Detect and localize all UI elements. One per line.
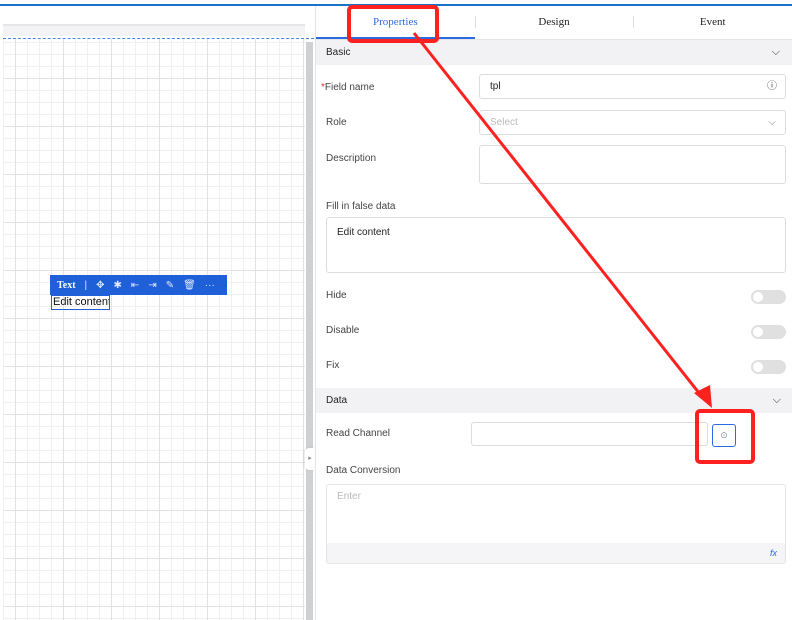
description-label: Description — [326, 153, 377, 164]
more-icon[interactable]: ··· — [205, 280, 215, 291]
align-left-icon[interactable]: ⇤ — [131, 280, 139, 291]
bug-icon[interactable]: ✱ — [114, 280, 122, 291]
role-label: Role — [326, 117, 347, 128]
divider: | — [84, 279, 88, 291]
chevron-down-icon: ⌵ — [768, 117, 776, 128]
properties-panel: Properties Design Event Basic ⌵ *Field na… — [315, 6, 792, 620]
data-conversion-editor[interactable]: Enter fx — [326, 484, 786, 564]
fill-false-data-textarea[interactable]: Edit content — [326, 217, 786, 273]
move-icon[interactable]: ✥ — [96, 280, 104, 291]
read-channel-input[interactable] — [471, 422, 708, 446]
component-toolbar: Text | ✥ ✱ ⇤ ⇥ ✎ 🗑 ··· — [50, 275, 227, 295]
fix-label: Fix — [326, 360, 340, 371]
disable-toggle[interactable] — [751, 325, 786, 339]
tab-design[interactable]: Design — [474, 6, 634, 39]
section-title: Basic — [326, 47, 351, 58]
role-select[interactable]: Select ⌵ — [479, 110, 786, 135]
field-name-label: *Field name — [321, 82, 375, 93]
edit-icon[interactable]: ✎ — [166, 280, 174, 291]
canvas-guide-line — [3, 38, 314, 39]
hide-label: Hide — [326, 290, 347, 301]
info-icon: ⓘ — [767, 81, 777, 92]
tab-event[interactable]: Event — [633, 6, 792, 39]
canvas-grid[interactable] — [3, 39, 305, 620]
disable-label: Disable — [326, 325, 360, 336]
chevron-down-icon[interactable]: ⌵ — [772, 46, 780, 59]
hide-toggle[interactable] — [751, 290, 786, 304]
align-right-icon[interactable]: ⇥ — [148, 280, 156, 291]
component-type-label: Text — [57, 279, 76, 291]
description-textarea[interactable] — [479, 145, 786, 184]
canvas-header-band — [3, 24, 305, 36]
canvas-scrollbar[interactable] — [306, 42, 313, 620]
channel-picker-button[interactable]: ⊙ — [712, 424, 736, 447]
data-conversion-label: Data Conversion — [326, 465, 401, 476]
fix-toggle[interactable] — [751, 360, 786, 374]
selected-text-component[interactable]: Edit content — [51, 295, 110, 310]
section-data[interactable]: Data ⌵ — [316, 388, 792, 413]
design-canvas[interactable] — [0, 6, 314, 620]
target-icon: ⊙ — [720, 430, 728, 440]
fx-button[interactable]: fx — [327, 543, 785, 563]
delete-icon[interactable]: 🗑 — [183, 280, 196, 291]
fill-false-data-label: Fill in false data — [326, 201, 396, 212]
section-title: Data — [326, 395, 348, 406]
panel-tabs: Properties Design Event — [316, 6, 792, 40]
tab-properties[interactable]: Properties — [316, 6, 475, 39]
read-channel-label: Read Channel — [326, 428, 390, 439]
data-conversion-placeholder: Enter — [337, 491, 361, 502]
field-name-input[interactable]: tpl ⓘ — [479, 74, 786, 99]
collapse-panel-handle[interactable]: ▸ — [305, 448, 315, 470]
section-basic[interactable]: Basic ⌵ — [316, 40, 792, 65]
chevron-down-icon[interactable]: ⌵ — [773, 394, 781, 407]
